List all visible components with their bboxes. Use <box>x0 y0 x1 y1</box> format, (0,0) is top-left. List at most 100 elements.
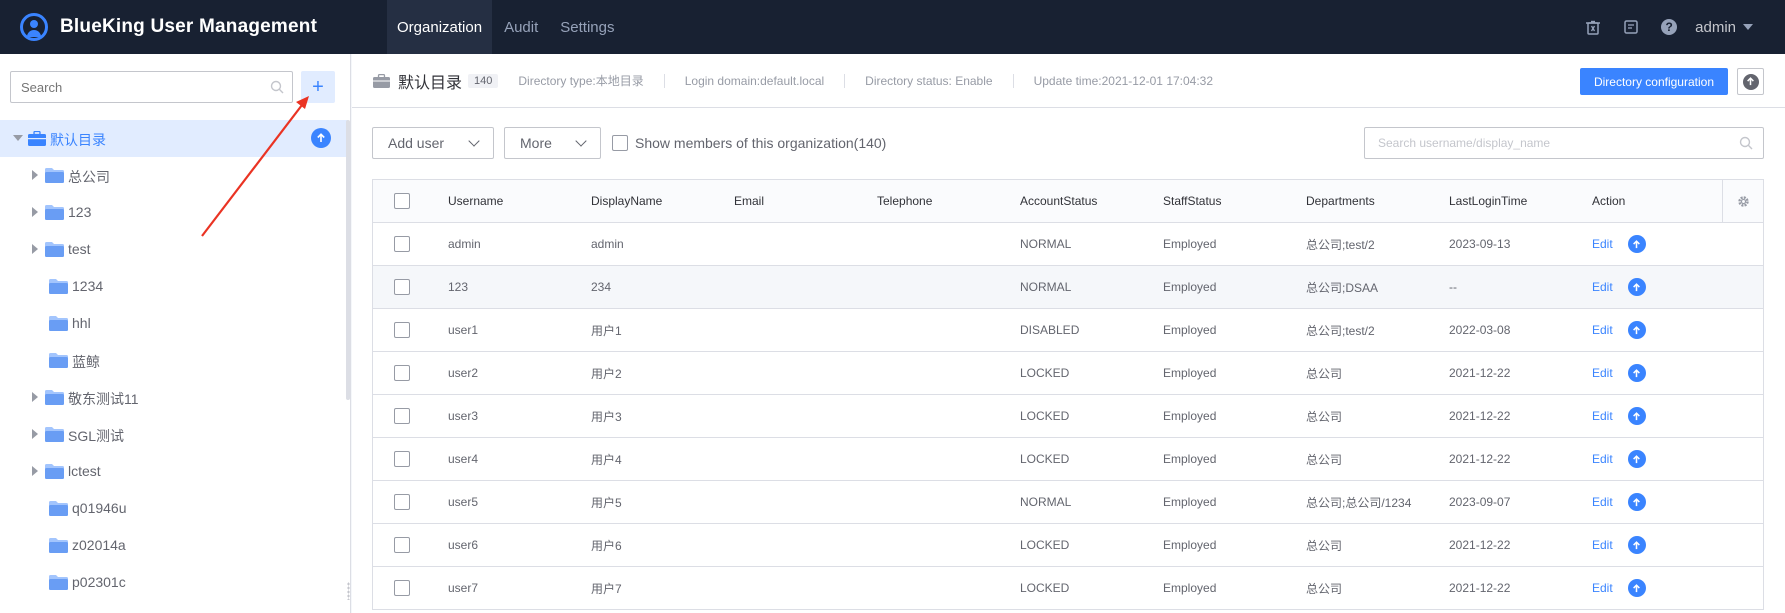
row-checkbox[interactable] <box>394 279 410 295</box>
cell-displayname: 用户6 <box>591 538 622 553</box>
resize-handle[interactable] <box>347 582 350 600</box>
sidebar-scrollbar[interactable] <box>346 120 350 400</box>
edit-link[interactable]: Edit <box>1592 495 1613 509</box>
nav-audit[interactable]: Audit <box>494 0 548 54</box>
move-up-icon[interactable] <box>1627 278 1646 296</box>
user-menu[interactable]: admin <box>1695 19 1753 36</box>
edit-link[interactable]: Edit <box>1592 581 1613 595</box>
tree-node[interactable]: 总公司 <box>0 157 348 194</box>
add-user-dropdown[interactable]: Add user <box>372 127 494 159</box>
edit-link[interactable]: Edit <box>1592 452 1613 466</box>
expand-arrow-icon[interactable] <box>32 244 38 254</box>
help-icon[interactable]: ? <box>1661 19 1678 35</box>
expand-arrow-icon[interactable] <box>32 170 38 180</box>
edit-link[interactable]: Edit <box>1592 538 1613 552</box>
tree-node[interactable]: q01946u <box>0 490 348 527</box>
tree-node[interactable]: lctest <box>0 453 348 490</box>
cell-accountstatus: LOCKED <box>1020 409 1070 423</box>
table-row[interactable]: user4 用户4 LOCKED Employed 总公司 2021-12-22 Edit <box>373 438 1763 481</box>
table-row[interactable]: user2 用户2 LOCKED Employed 总公司 2021-12-22 Edit <box>373 352 1763 395</box>
tree-node[interactable]: z02014a <box>0 527 348 564</box>
cell-departments: 总公司 <box>1306 538 1343 553</box>
tree-node[interactable]: test <box>0 231 348 268</box>
column-header-accountstatus[interactable]: AccountStatus <box>1020 194 1163 208</box>
table-row[interactable]: user3 用户3 LOCKED Employed 总公司 2021-12-22 Edit <box>373 395 1763 438</box>
column-header-departments[interactable]: Departments <box>1306 194 1449 208</box>
row-checkbox[interactable] <box>394 365 410 381</box>
brand[interactable]: BlueKing User Management <box>0 0 387 54</box>
expand-arrow-icon[interactable] <box>13 135 23 141</box>
edit-link[interactable]: Edit <box>1592 323 1613 337</box>
cell-staffstatus: Employed <box>1163 409 1217 423</box>
table-row[interactable]: admin admin NORMAL Employed 总公司;test/2 2023-0… <box>373 223 1763 266</box>
row-checkbox[interactable] <box>394 408 410 424</box>
folder-icon <box>49 501 68 516</box>
column-header-displayname[interactable]: DisplayName <box>591 194 734 208</box>
table-row[interactable]: user7 用户7 LOCKED Employed 总公司 2021-12-22 Edit <box>373 567 1763 610</box>
cell-accountstatus: NORMAL <box>1020 280 1072 294</box>
move-up-icon[interactable] <box>1627 450 1646 468</box>
column-header-email[interactable]: Email <box>734 194 877 208</box>
edit-link[interactable]: Edit <box>1592 280 1613 294</box>
tree-node-label: 蓝鲸 <box>72 354 100 370</box>
cell-username: user4 <box>448 452 479 466</box>
add-organization-button[interactable]: + <box>301 71 335 103</box>
expand-arrow-icon[interactable] <box>32 466 38 476</box>
column-header-username[interactable]: Username <box>446 194 591 208</box>
expand-arrow-icon[interactable] <box>32 207 38 217</box>
move-up-icon[interactable] <box>1627 321 1646 339</box>
tree-node-label: 1234 <box>72 278 104 294</box>
expand-arrow-icon[interactable] <box>32 392 38 402</box>
row-checkbox[interactable] <box>394 580 410 596</box>
tree-node[interactable]: 1234 <box>0 268 348 305</box>
table-row[interactable]: user6 用户6 LOCKED Employed 总公司 2021-12-22 Edit <box>373 524 1763 567</box>
cell-displayname: admin <box>591 237 624 251</box>
tree-node[interactable]: 123 <box>0 194 348 231</box>
table-row[interactable]: user5 用户5 NORMAL Employed 总公司;总公司/1234 2023-0… <box>373 481 1763 524</box>
move-up-icon[interactable] <box>1627 235 1646 253</box>
expand-arrow-icon[interactable] <box>32 429 38 439</box>
document-icon[interactable] <box>1623 19 1639 35</box>
top-navigation-bar: BlueKing User Management Organization Au… <box>0 0 1785 54</box>
tree-node[interactable]: SGL测试 <box>0 416 348 453</box>
column-header-lastlogintime[interactable]: LastLoginTime <box>1449 194 1592 208</box>
upload-icon[interactable] <box>311 128 331 148</box>
nav-organization[interactable]: Organization <box>387 0 493 54</box>
edit-link[interactable]: Edit <box>1592 366 1613 380</box>
column-settings-gear-icon[interactable] <box>1722 180 1763 222</box>
move-up-icon[interactable] <box>1627 364 1646 382</box>
row-checkbox[interactable] <box>394 451 410 467</box>
cell-lastlogintime: 2021-12-22 <box>1449 538 1511 552</box>
directory-upload-button[interactable] <box>1737 68 1764 95</box>
nav-settings[interactable]: Settings <box>550 0 624 54</box>
cell-lastlogintime: 2023-09-07 <box>1449 495 1511 509</box>
user-search-input[interactable] <box>1365 128 1725 158</box>
tree-node-root[interactable]: 默认目录 <box>0 120 348 157</box>
tree-node[interactable]: 敬东测试11 <box>0 379 348 416</box>
row-checkbox[interactable] <box>394 494 410 510</box>
show-members-checkbox[interactable] <box>612 135 628 151</box>
edit-link[interactable]: Edit <box>1592 409 1613 423</box>
move-up-icon[interactable] <box>1627 407 1646 425</box>
select-all-checkbox[interactable] <box>394 193 410 209</box>
row-checkbox[interactable] <box>394 322 410 338</box>
directory-configuration-button[interactable]: Directory configuration <box>1579 68 1728 95</box>
tree-node[interactable]: 蓝鲸 <box>0 342 348 379</box>
chevron-down-icon <box>468 135 480 147</box>
move-up-icon[interactable] <box>1627 493 1646 511</box>
more-dropdown[interactable]: More <box>504 127 601 159</box>
tree-node[interactable]: hhl <box>0 305 348 342</box>
show-members-toggle[interactable]: Show members of this organization(140) <box>612 135 886 151</box>
tree-node[interactable]: p02301c <box>0 564 348 601</box>
row-checkbox[interactable] <box>394 537 410 553</box>
org-search-input[interactable] <box>11 72 251 102</box>
column-header-telephone[interactable]: Telephone <box>877 194 1020 208</box>
table-row[interactable]: 123 234 NORMAL Employed 总公司;DSAA -- Edit <box>373 266 1763 309</box>
edit-link[interactable]: Edit <box>1592 237 1613 251</box>
row-checkbox[interactable] <box>394 236 410 252</box>
move-up-icon[interactable] <box>1627 536 1646 554</box>
column-header-staffstatus[interactable]: StaffStatus <box>1163 194 1306 208</box>
recycle-bin-icon[interactable] <box>1585 19 1601 35</box>
table-row[interactable]: user1 用户1 DISABLED Employed 总公司;test/2 2022-0… <box>373 309 1763 352</box>
move-up-icon[interactable] <box>1627 579 1646 597</box>
